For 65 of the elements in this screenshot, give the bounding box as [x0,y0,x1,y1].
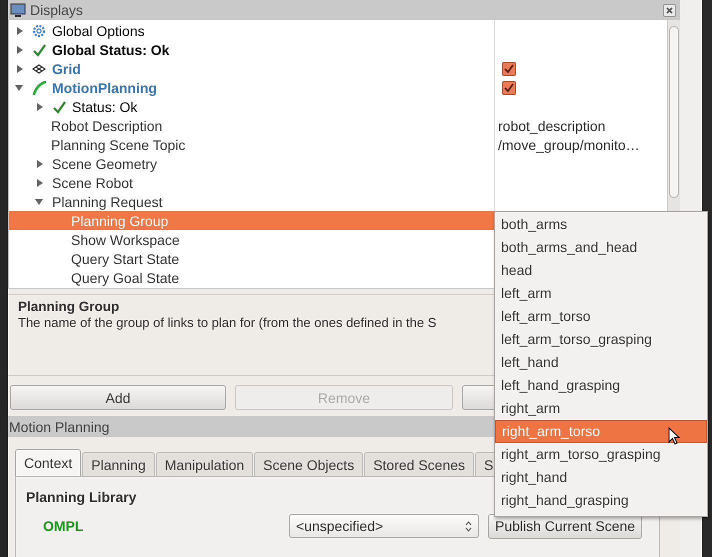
dropdown-option[interactable]: left_hand [495,351,707,374]
tab[interactable]: Planning [82,452,155,476]
dropdown-option[interactable]: head [495,259,707,282]
dropdown-option[interactable]: left_arm_torso [495,305,707,328]
dropdown-option[interactable]: left_arm [495,282,707,305]
expand-arrow-icon[interactable] [17,64,23,72]
tree-label: Robot Description [51,118,162,134]
expand-arrow-icon[interactable] [37,160,43,168]
dropdown-option[interactable]: left_hand_grasping [495,374,707,397]
expand-arrow-icon[interactable] [35,198,43,204]
expand-arrow-icon[interactable] [17,26,23,34]
tree-label: Status: Ok [72,98,138,114]
tree-label: Planning Request [52,194,163,210]
tree-label: Planning Group [71,212,168,228]
grid-icon [32,62,46,76]
description-title: Planning Group [18,299,120,314]
tree-row[interactable]: Planning Request [9,192,667,211]
tree-row[interactable]: MotionPlanning [9,78,667,97]
expand-arrow-icon[interactable] [37,178,43,186]
tree-row[interactable]: Scene Robot [9,173,667,192]
tree-label: Global Status: Ok [52,42,170,58]
tab[interactable]: Scene Objects [254,452,364,476]
expand-arrow-icon[interactable] [37,102,43,110]
description-text: The name of the group of links to plan for (from the ones defined in the S [18,315,436,330]
expand-arrow-icon[interactable] [15,84,23,90]
tree-row[interactable]: Status: Ok [9,97,667,116]
close-button[interactable] [663,4,676,16]
check-icon [32,42,46,56]
tab[interactable]: Stored Scenes [364,452,474,476]
tree-label: Grid [52,60,81,76]
tab[interactable]: Manipulation [156,452,254,476]
monitor-icon [10,2,26,18]
tree-row[interactable]: Global Options [9,21,667,40]
tab[interactable]: Context [15,449,82,476]
check-icon [52,100,66,114]
arc-icon [32,80,46,94]
tree-label: Planning Scene Topic [51,136,186,152]
tree-label: Query Start State [71,250,180,266]
property-value: /move_group/monito… [498,136,640,152]
tree-row[interactable]: Grid [9,59,667,78]
tree-row[interactable]: Planning Scene Topic /move_group/monito… [9,135,667,154]
planner-dropdown[interactable]: <unspecified> [289,514,479,538]
tree-row[interactable]: Robot Description robot_description [9,116,667,135]
section-title: Planning Library [26,489,136,505]
dropdown-option[interactable]: right_hand_grasping [495,489,707,512]
tree-label: Scene Robot [52,174,133,190]
tree-row[interactable]: Global Status: Ok [9,40,667,59]
tree-label: Scene Geometry [52,156,158,172]
gear-icon [32,24,46,38]
dropdown-option[interactable]: both_arms_and_head [495,236,707,259]
mouse-cursor-icon [668,427,680,445]
checkbox[interactable] [502,62,516,76]
dropdown-option[interactable]: left_arm_torso_grasping [495,328,707,351]
tree-label: MotionPlanning [52,80,157,96]
scrollbar-thumb[interactable] [669,26,679,198]
panel-title: Displays [30,2,83,18]
checkbox[interactable] [502,80,516,94]
tree-row[interactable]: Scene Geometry [9,154,667,173]
tree-label: Global Options [52,22,145,38]
panel-button[interactable]: Add [10,385,226,410]
property-value: robot_description [498,118,606,134]
library-name: OMPL [43,518,84,534]
close-icon [665,6,674,14]
expand-arrow-icon[interactable] [17,46,23,54]
spinner-arrows-icon [465,520,472,532]
